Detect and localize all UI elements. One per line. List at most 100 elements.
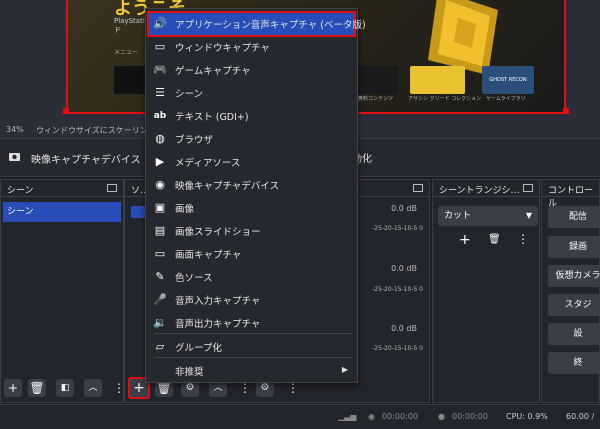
preview-menu-label: メニュー [114, 49, 139, 56]
text-icon: ab [153, 111, 167, 121]
globe-icon: ◍ [155, 132, 165, 145]
menu-item-deprecated[interactable]: 非推奨 ▶ [149, 360, 354, 382]
menu-separator [154, 357, 352, 358]
chevron-down-icon: ▼ [525, 211, 532, 220]
play-icon: ▶ [155, 155, 165, 168]
menu-item-label: 非推奨 [175, 367, 204, 378]
menu-item-label: ウィンドウキャプチャ [175, 43, 270, 54]
dock-title: シーン [7, 186, 34, 196]
trash-icon[interactable]: 🗑 [488, 234, 501, 245]
meter-scale: -25-20-15-10-5 0 [372, 345, 423, 352]
stream-status-icon: ◉ [368, 412, 375, 421]
speaker-icon: 🔊 [153, 17, 167, 30]
menu-item-game-capture[interactable]: 🎮 ゲームキャプチャ [149, 59, 354, 81]
more-dots-icon[interactable]: ⋮ [113, 379, 125, 397]
camera-icon [9, 153, 20, 161]
preview-tile [353, 66, 398, 94]
menu-item-label: メディアソース [175, 158, 241, 169]
menu-item-image[interactable]: ▣ 画像 [149, 197, 354, 219]
dock-header: シーントランジシ… [433, 180, 539, 197]
menu-item-label: アプリケーション音声キャプチャ (ベータ版) [175, 20, 366, 31]
undock-icon[interactable] [413, 184, 423, 192]
menu-item-color-source[interactable]: ✎ 色ソース [149, 266, 354, 288]
menu-item-application-audio-capture[interactable]: 🔊 アプリケーション音声キャプチャ (ベータ版) [147, 11, 366, 37]
meter-scale: -25-20-15-10-5 0 [372, 286, 423, 293]
list-icon: ☰ [155, 86, 165, 99]
add-source-menu: 🔊 アプリケーション音声キャプチャ (ベータ版) ▭ ウィンドウキャプチャ 🎮 … [145, 8, 366, 383]
menu-item-label: シーン [175, 89, 204, 100]
controls-dock: コントロール 配信 録画 仮想カメラ スタジ 設 終 [541, 179, 600, 403]
status-bar: ▁▃▅ ◉ 00:00:00 ● 00:00:00 CPU: 0.9% 60.0… [0, 404, 600, 429]
source-camera-icon[interactable] [131, 206, 145, 218]
menu-item-audio-input-capture[interactable]: 🎤 音声入力キャプチャ [149, 289, 354, 311]
camera-icon: ◉ [155, 178, 165, 191]
cpu-usage: CPU: 0.9% [506, 412, 548, 421]
start-recording-button[interactable]: 録画 [548, 236, 600, 258]
undock-icon[interactable] [107, 184, 117, 192]
chevron-up-icon[interactable]: ︿ [84, 379, 102, 397]
monitor-icon: ▭ [154, 247, 166, 260]
menu-item-label: 音声入力キャプチャ [175, 296, 261, 307]
studio-mode-button[interactable]: スタジ [548, 294, 600, 316]
preview-tile-label: アサシン クリード コレクション [408, 96, 482, 102]
context-source-label: 映像キャプチャデバイス [31, 155, 141, 166]
menu-item-label: 色ソース [175, 273, 213, 284]
undock-icon[interactable] [523, 184, 533, 192]
menu-item-audio-output-capture[interactable]: 🔉 音声出力キャプチャ [149, 312, 354, 334]
record-time: 00:00:00 [452, 412, 488, 421]
menu-item-window-capture[interactable]: ▭ ウィンドウキャプチャ [149, 36, 354, 58]
menu-item-label: ゲームキャプチャ [175, 66, 251, 77]
virtual-camera-button[interactable]: 仮想カメラ [548, 265, 600, 287]
slideshow-icon: ▤ [154, 224, 166, 237]
menu-item-label: 画像 [175, 204, 195, 215]
mixer-db-value: 0.0 dB [391, 324, 417, 333]
transitions-dock: シーントランジシ… カット ▼ + 🗑 ⋮ [432, 179, 540, 403]
menu-separator [154, 333, 352, 334]
menu-item-display-capture[interactable]: ▭ 画面キャプチャ [149, 243, 354, 265]
trash-icon[interactable]: 🗑 [28, 379, 46, 397]
menu-item-label: 映像キャプチャデバイス [175, 181, 280, 192]
menu-item-label: 音声出力キャプチャ [175, 319, 261, 330]
start-streaming-button[interactable]: 配信 [548, 206, 600, 228]
gamepad-icon: 🎮 [153, 63, 167, 76]
add-icon[interactable]: + [4, 379, 22, 397]
microphone-icon: 🎤 [153, 293, 167, 306]
menu-item-browser[interactable]: ◍ ブラウザ [149, 128, 354, 150]
exit-button[interactable]: 終 [548, 352, 600, 374]
mixer-db-value: 0.0 dB [391, 264, 417, 273]
scale-percent: 34% [6, 125, 24, 134]
preview-tile-label: ゲームライブラリ [486, 96, 526, 102]
dock-title: シーントランジシ… [439, 186, 520, 196]
scene-list-item[interactable]: シーン [3, 202, 121, 222]
menu-item-label: 画像スライドショー [175, 227, 261, 238]
speaker-out-icon: 🔉 [153, 316, 167, 329]
menu-item-media-source[interactable]: ▶ メディアソース [149, 151, 354, 173]
resize-handle[interactable] [63, 108, 69, 114]
more-dots-icon[interactable]: ⋮ [517, 232, 529, 246]
settings-button[interactable]: 設 [548, 323, 600, 345]
transition-select[interactable]: カット ▼ [438, 206, 538, 226]
menu-item-label: 画面キャプチャ [175, 250, 242, 261]
meter-scale: -25-20-15-10-5 0 [372, 225, 423, 232]
menu-item-label: ブラウザ [175, 135, 214, 146]
mixer-db-value: 0.0 dB [391, 204, 417, 213]
dock-toolbar: + 🗑 ◧ ︿ ⋮ [1, 376, 125, 402]
image-icon: ▣ [154, 201, 166, 214]
brush-icon: ✎ [155, 270, 165, 283]
preview-tile-label: 無料コンテンツ [358, 96, 394, 102]
add-icon[interactable]: + [459, 232, 471, 248]
chevron-right-icon: ▶ [341, 365, 348, 374]
menu-item-group[interactable]: ▱ グループ化 [149, 336, 354, 358]
transition-select-value: カット [444, 211, 472, 221]
fps-readout: 60.00 / [566, 412, 595, 421]
menu-item-image-slideshow[interactable]: ▤ 画像スライドショー [149, 220, 354, 242]
folder-icon: ▱ [155, 340, 165, 353]
record-status-icon: ● [438, 412, 445, 421]
menu-item-scene[interactable]: ☰ シーン [149, 82, 354, 104]
preview-tile-logo: GHOST RECON [482, 66, 534, 94]
signal-bars-icon: ▁▃▅ [338, 412, 357, 421]
filter-icon[interactable]: ◧ [56, 379, 74, 397]
resize-handle[interactable] [563, 108, 569, 114]
menu-item-text-gdi[interactable]: ab テキスト (GDI+) [149, 105, 354, 127]
menu-item-video-capture-device[interactable]: ◉ 映像キャプチャデバイス [149, 174, 354, 196]
